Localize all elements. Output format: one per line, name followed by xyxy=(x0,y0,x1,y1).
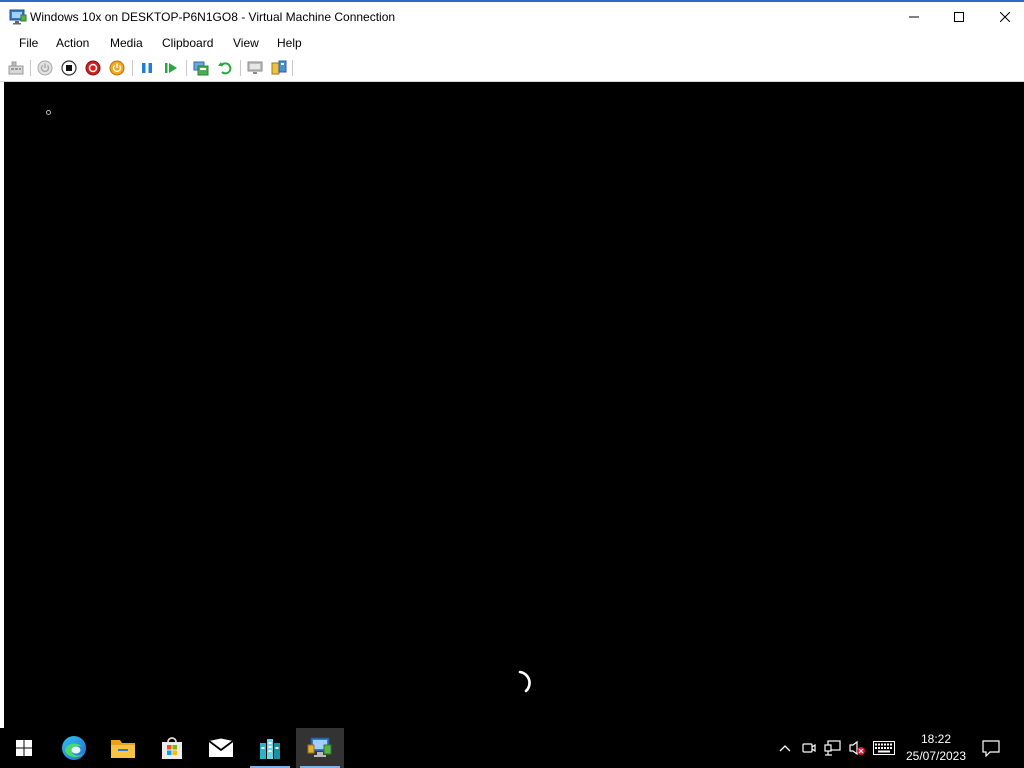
shutdown-icon xyxy=(85,60,101,76)
hyperv-manager-icon xyxy=(260,739,280,759)
revert-icon xyxy=(218,62,232,75)
toolbar-separator xyxy=(30,60,31,76)
notification-icon xyxy=(982,739,1000,757)
close-button[interactable] xyxy=(982,2,1024,32)
save-icon xyxy=(109,60,125,76)
maximize-icon xyxy=(954,12,964,22)
store-icon xyxy=(162,737,182,759)
network-button[interactable] xyxy=(823,739,843,757)
toolbar xyxy=(0,54,1024,82)
taskbar-store[interactable] xyxy=(148,728,196,768)
checkpoint-button[interactable] xyxy=(192,59,210,77)
file-explorer-icon xyxy=(111,740,135,758)
close-icon xyxy=(1000,12,1010,22)
resume-button[interactable] xyxy=(162,59,180,77)
action-center-button[interactable] xyxy=(980,739,1002,757)
vm-display[interactable] xyxy=(4,82,1024,728)
menu-help[interactable]: Help xyxy=(276,36,303,50)
start-icon xyxy=(37,60,53,76)
volume-button[interactable] xyxy=(847,739,867,757)
menu-file[interactable]: File xyxy=(18,36,39,50)
meet-now-icon xyxy=(802,743,816,753)
shutdown-button[interactable] xyxy=(84,59,102,77)
menu-clipboard[interactable]: Clipboard xyxy=(161,36,214,50)
share-button[interactable] xyxy=(270,59,288,77)
ctrl-alt-del-button[interactable] xyxy=(7,59,25,77)
pause-button[interactable] xyxy=(138,59,156,77)
minimize-button[interactable] xyxy=(891,2,937,32)
mouse-cursor xyxy=(46,110,51,115)
toolbar-separator xyxy=(186,60,187,76)
meet-now-button[interactable] xyxy=(800,739,818,757)
taskbar-file-explorer[interactable] xyxy=(99,728,147,768)
chevron-up-icon xyxy=(779,745,791,752)
clock-time: 18:22 xyxy=(920,732,952,746)
start-windows-icon xyxy=(16,740,32,756)
resume-icon xyxy=(165,63,177,73)
menu-view[interactable]: View xyxy=(232,36,260,50)
minimize-icon xyxy=(909,16,919,18)
checkpoint-icon xyxy=(193,61,209,76)
taskbar-edge[interactable] xyxy=(50,728,98,768)
enhanced-session-button[interactable] xyxy=(246,59,264,77)
clock-date: 25/07/2023 xyxy=(905,749,967,763)
start-button[interactable] xyxy=(0,728,48,768)
volume-muted-icon xyxy=(849,740,865,756)
maximize-button[interactable] xyxy=(936,2,982,32)
mail-icon xyxy=(208,738,234,757)
revert-button[interactable] xyxy=(216,59,234,77)
toolbar-separator xyxy=(132,60,133,76)
edge-icon xyxy=(62,736,86,760)
taskbar-clock[interactable]: 18:22 25/07/2023 xyxy=(898,731,974,765)
loading-spinner-icon xyxy=(518,670,531,693)
taskbar-hyperv-manager[interactable] xyxy=(246,728,294,768)
menu-media[interactable]: Media xyxy=(109,36,144,50)
ctrl-alt-del-icon xyxy=(8,61,24,75)
turn-off-button[interactable] xyxy=(60,59,78,77)
start-button[interactable] xyxy=(36,59,54,77)
vm-connection-icon xyxy=(9,9,27,25)
window-title: Windows 10x on DESKTOP-P6N1GO8 - Virtual… xyxy=(30,10,396,24)
title-bar[interactable]: Windows 10x on DESKTOP-P6N1GO8 - Virtual… xyxy=(0,0,1024,32)
toolbar-separator xyxy=(292,60,293,76)
pause-icon xyxy=(142,63,152,73)
touch-keyboard-button[interactable] xyxy=(872,739,896,757)
taskbar-mail[interactable] xyxy=(197,728,245,768)
network-icon xyxy=(824,740,841,756)
share-icon xyxy=(271,60,287,75)
save-button[interactable] xyxy=(108,59,126,77)
toolbar-separator xyxy=(240,60,241,76)
show-hidden-icons-button[interactable] xyxy=(776,739,794,757)
vm-connection-window: Windows 10x on DESKTOP-P6N1GO8 - Virtual… xyxy=(0,0,1024,728)
menu-action[interactable]: Action xyxy=(55,36,90,50)
turn-off-icon xyxy=(61,60,77,76)
vm-connection-icon xyxy=(307,737,332,757)
taskbar: 18:22 25/07/2023 xyxy=(0,728,1024,768)
enhanced-session-icon xyxy=(247,61,263,74)
menu-bar: File Action Media Clipboard View Help xyxy=(0,32,1024,54)
taskbar-vm-connection[interactable] xyxy=(296,728,344,768)
keyboard-icon xyxy=(873,741,895,755)
